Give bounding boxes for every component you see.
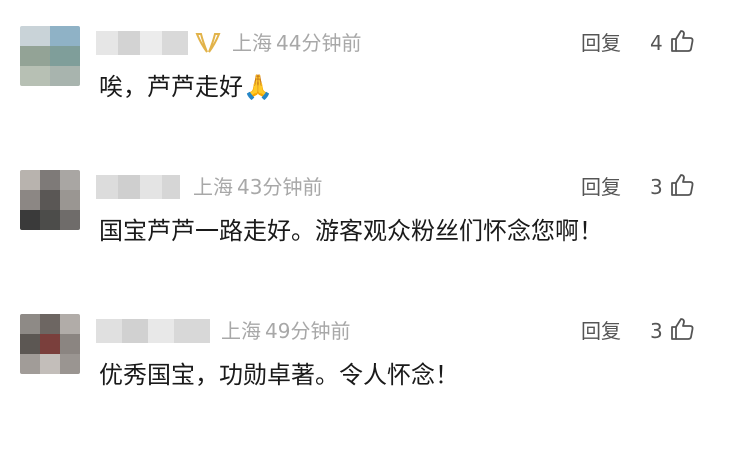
- username[interactable]: [96, 319, 210, 343]
- comment-body: 优秀国宝，功勋卓著。令人怀念！: [99, 361, 459, 389]
- location: 上海: [232, 31, 272, 55]
- comment-item: 上海 44分钟前 回复 4 唉，芦芦走好🙏: [0, 26, 734, 166]
- comment-meta: 上海 43分钟前: [193, 174, 322, 200]
- location: 上海: [221, 319, 261, 343]
- comment-text: 优秀国宝，功勋卓著。令人怀念！: [99, 358, 459, 392]
- comment-text: 唉，芦芦走好🙏: [99, 70, 273, 104]
- thumbs-up-icon[interactable]: [669, 316, 695, 342]
- comment-meta: 上海 44分钟前: [232, 30, 361, 56]
- comment-body: 国宝芦芦一路走好。游客观众粉丝们怀念您啊！: [99, 217, 603, 245]
- comment-item: 上海 49分钟前 回复 3 优秀国宝，功勋卓著。令人怀念！: [0, 314, 734, 454]
- location: 上海: [193, 175, 233, 199]
- thumbs-up-icon[interactable]: [669, 172, 695, 198]
- reply-button[interactable]: 回复: [581, 30, 621, 56]
- timestamp: 44分钟前: [276, 31, 362, 55]
- reply-button[interactable]: 回复: [581, 318, 621, 344]
- avatar[interactable]: [20, 170, 80, 230]
- timestamp: 49分钟前: [265, 319, 351, 343]
- comment-meta: 上海 49分钟前: [221, 318, 350, 344]
- comment-body: 唉，芦芦走好: [99, 73, 243, 101]
- thumbs-up-icon[interactable]: [669, 28, 695, 54]
- like-count: 3: [650, 319, 663, 343]
- username[interactable]: [96, 31, 188, 55]
- praying-hands-emoji: 🙏: [243, 73, 273, 101]
- gold-ribbon-badge-icon: [195, 33, 221, 53]
- reply-button[interactable]: 回复: [581, 174, 621, 200]
- comment-text: 国宝芦芦一路走好。游客观众粉丝们怀念您啊！: [99, 214, 603, 248]
- timestamp: 43分钟前: [237, 175, 323, 199]
- like-count: 3: [650, 175, 663, 199]
- username[interactable]: [96, 175, 180, 199]
- avatar[interactable]: [20, 26, 80, 86]
- avatar[interactable]: [20, 314, 80, 374]
- like-count: 4: [650, 31, 663, 55]
- comment-item: 上海 43分钟前 回复 3 国宝芦芦一路走好。游客观众粉丝们怀念您啊！: [0, 170, 734, 310]
